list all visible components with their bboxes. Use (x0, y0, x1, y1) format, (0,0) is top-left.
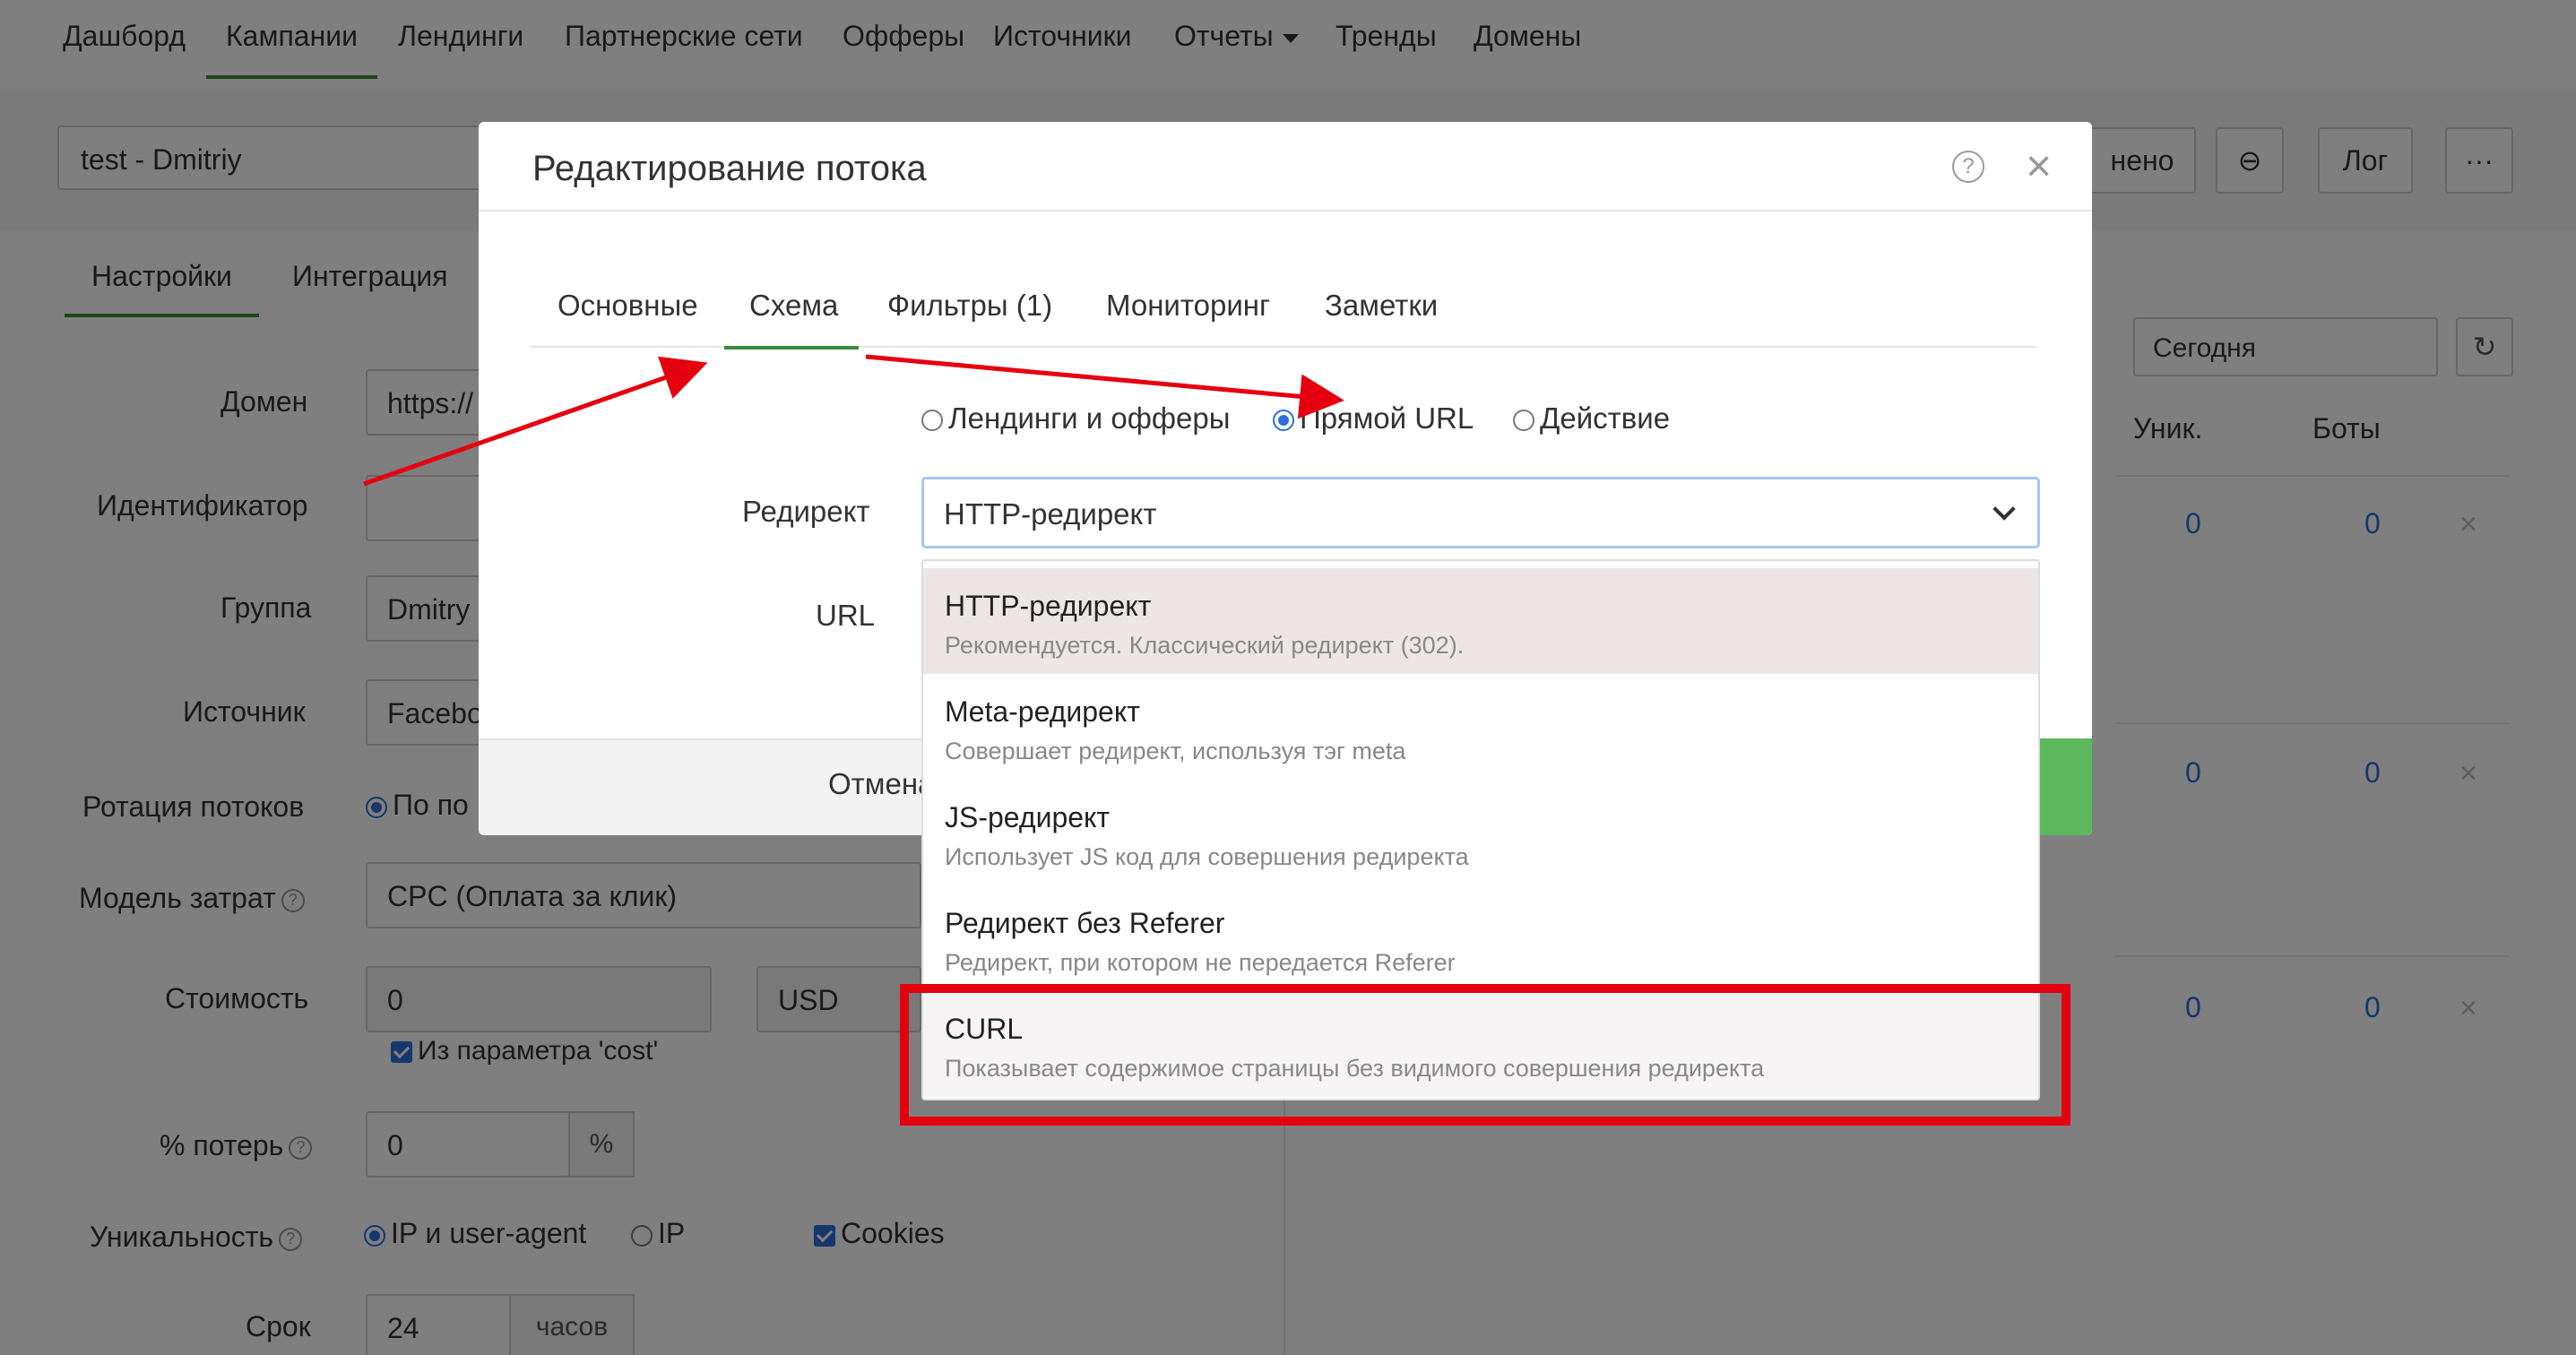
radio-icon (1273, 410, 1294, 432)
tab-notes[interactable]: Заметки (1325, 289, 1438, 323)
option-description: Совершает редирект, используя тэг meta (945, 738, 1406, 764)
scheme-direct-url-radio[interactable]: Прямой URL (1273, 401, 1474, 436)
redirect-label: Редирект (742, 495, 870, 528)
option-title: HTTP-редирект (945, 590, 1152, 622)
redirect-select-value: HTTP-редирект (944, 497, 1157, 531)
close-icon[interactable]: × (2026, 140, 2052, 192)
radio-icon (1513, 410, 1534, 432)
tab-filters[interactable]: Фильтры (1) (887, 289, 1052, 323)
page: Дашборд Кампании Лендинги Партнерские се… (0, 0, 2576, 1355)
tab-monitoring[interactable]: Мониторинг (1106, 289, 1270, 323)
option-title: Редирект без Referer (945, 907, 1225, 939)
help-icon[interactable]: ? (1952, 151, 1984, 183)
option-js-redirect[interactable]: JS-редирект Использует JS код для соверш… (923, 780, 2038, 885)
modal-title: Редактирование потока (532, 149, 927, 188)
option-description: Рекомендуется. Классический редирект (30… (945, 632, 1465, 659)
scheme-landings-offers-label: Лендинги и офферы (948, 401, 1231, 435)
option-description: Редирект, при котором не передается Refe… (945, 949, 1456, 976)
scheme-action-radio[interactable]: Действие (1513, 401, 1670, 436)
option-title: JS-редирект (945, 801, 1111, 833)
curl-highlight-box (900, 984, 2070, 1126)
option-no-referer-redirect[interactable]: Редирект без Referer Редирект, при котор… (923, 885, 2038, 991)
cancel-button[interactable]: Отмена (828, 767, 934, 801)
option-title: Meta-редирект (945, 695, 1140, 728)
modal-header-divider (479, 210, 2092, 211)
active-tab-indicator (724, 346, 859, 350)
scheme-landings-offers-radio[interactable]: Лендинги и офферы (921, 401, 1230, 436)
tab-basic[interactable]: Основные (558, 289, 698, 323)
chevron-down-icon (1993, 497, 2016, 521)
scheme-direct-url-label: Прямой URL (1300, 401, 1474, 435)
option-meta-redirect[interactable]: Meta-редирект Совершает редирект, исполь… (923, 674, 2038, 780)
scheme-action-label: Действие (1540, 401, 1671, 435)
tab-scheme[interactable]: Схема (749, 289, 838, 323)
radio-icon (921, 410, 943, 432)
redirect-select[interactable]: HTTP-редирект (921, 477, 2040, 548)
option-description: Использует JS код для совершения редирек… (945, 843, 1469, 870)
url-label: URL (816, 599, 876, 632)
save-button[interactable] (2036, 738, 2092, 835)
option-http-redirect[interactable]: HTTP-редирект Рекомендуется. Классически… (923, 568, 2038, 674)
